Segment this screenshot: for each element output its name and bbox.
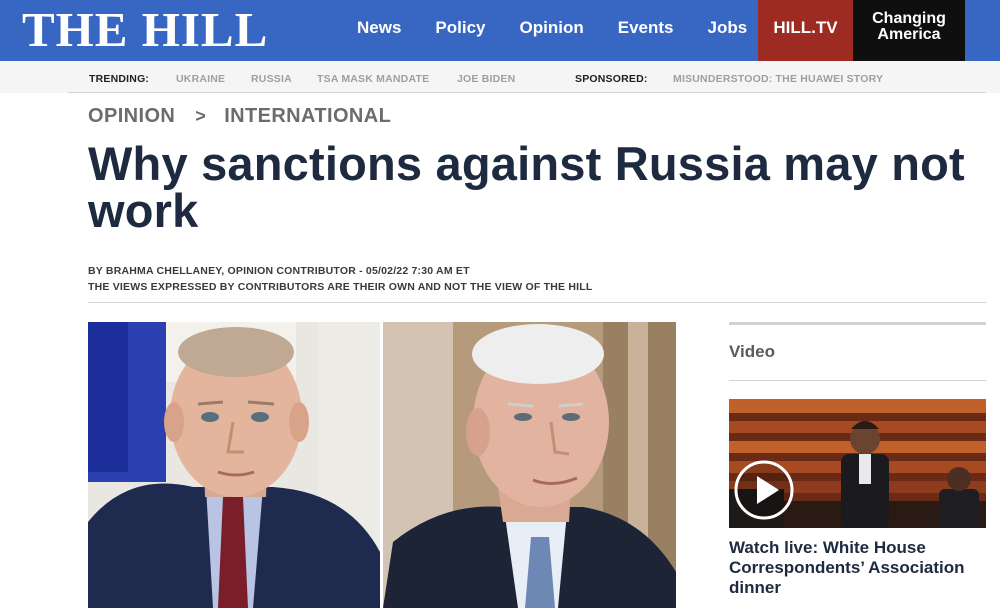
lead-image-right xyxy=(383,322,676,608)
trending-divider xyxy=(68,92,986,93)
breadcrumb-international[interactable]: INTERNATIONAL xyxy=(224,105,391,127)
rail-top-divider xyxy=(729,322,986,325)
portrait-left-illustration xyxy=(88,322,380,608)
trending-link-tsa[interactable]: TSA MASK MANDATE xyxy=(317,73,429,85)
sponsored-label: SPONSORED: xyxy=(575,73,648,85)
trending-link-ukraine[interactable]: UKRAINE xyxy=(176,73,225,85)
main-nav: News Policy Opinion Events Jobs xyxy=(340,0,764,61)
nav-link-jobs[interactable]: Jobs xyxy=(690,0,764,61)
article-headline: Why sanctions against Russia may not wor… xyxy=(88,137,965,237)
rail-divider xyxy=(729,380,986,381)
play-icon[interactable] xyxy=(733,459,795,521)
hilltv-link[interactable]: HILL.TV xyxy=(758,0,853,61)
site-logo[interactable]: THE HILL xyxy=(22,4,268,56)
nav-link-news[interactable]: News xyxy=(340,0,418,61)
nav-link-policy[interactable]: Policy xyxy=(418,0,502,61)
trending-label: TRENDING: xyxy=(89,73,150,85)
changing-america-link[interactable]: Changing America xyxy=(853,0,965,61)
changing-america-line2: America xyxy=(877,26,941,43)
trending-bar: TRENDING: UKRAINE RUSSIA TSA MASK MANDAT… xyxy=(0,61,1000,93)
byline-author: BY BRAHMA CHELLANEY, OPINION CONTRIBUTOR… xyxy=(88,265,470,277)
video-title-link[interactable]: Watch live: White House Correspondents’ … xyxy=(729,538,986,598)
nav-link-events[interactable]: Events xyxy=(601,0,691,61)
changing-america-line1: Changing xyxy=(872,10,946,27)
breadcrumb-separator: > xyxy=(195,106,207,126)
article-byline: BY BRAHMA CHELLANEY, OPINION CONTRIBUTOR… xyxy=(88,263,592,295)
video-thumbnail[interactable] xyxy=(729,399,986,528)
trending-link-biden[interactable]: JOE BIDEN xyxy=(457,73,515,85)
breadcrumb-opinion[interactable]: OPINION xyxy=(88,105,175,127)
breadcrumb: OPINION > INTERNATIONAL xyxy=(88,105,391,128)
nav-link-opinion[interactable]: Opinion xyxy=(503,0,601,61)
trending-link-russia[interactable]: RUSSIA xyxy=(251,73,292,85)
portrait-right-illustration xyxy=(383,322,676,608)
lead-image-left xyxy=(88,322,380,608)
byline-divider xyxy=(88,302,986,303)
byline-disclaimer: THE VIEWS EXPRESSED BY CONTRIBUTORS ARE … xyxy=(88,281,593,293)
sponsored-link[interactable]: MISUNDERSTOOD: THE HUAWEI STORY xyxy=(673,73,883,85)
site-header: THE HILL News Policy Opinion Events Jobs… xyxy=(0,0,1000,61)
rail-section-title: Video xyxy=(729,342,775,361)
